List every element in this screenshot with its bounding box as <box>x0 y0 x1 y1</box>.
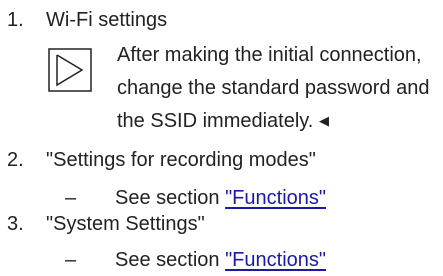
list-dash-2: – <box>65 187 77 209</box>
list-dash-3: – <box>65 249 77 271</box>
note-line-1: After making the initial connection, <box>117 44 422 66</box>
note-play-icon <box>48 48 92 92</box>
note-line-3: the SSID immediately. ◀ <box>117 111 329 131</box>
functions-link-3[interactable]: "Functions" <box>225 249 326 271</box>
see-section-2: See section "Functions" <box>115 188 326 208</box>
see-section-3-prefix: See section <box>115 249 226 271</box>
list-item-wifi-settings: Wi-Fi settings <box>46 9 168 31</box>
note-line-2: change the standard password and <box>117 77 430 99</box>
list-item-system-settings: "System Settings" <box>46 213 205 235</box>
list-item-recording-modes: "Settings for recording modes" <box>46 149 316 171</box>
functions-link-2[interactable]: "Functions" <box>225 187 326 209</box>
note-line-3-text: the SSID immediately. <box>117 110 314 132</box>
see-section-2-prefix: See section <box>115 187 226 209</box>
list-number-1: 1. <box>7 9 24 31</box>
see-section-3: See section "Functions" <box>115 250 326 270</box>
list-number-3: 3. <box>7 213 24 235</box>
list-number-2: 2. <box>7 149 24 171</box>
end-marker-icon: ◀ <box>318 113 329 128</box>
